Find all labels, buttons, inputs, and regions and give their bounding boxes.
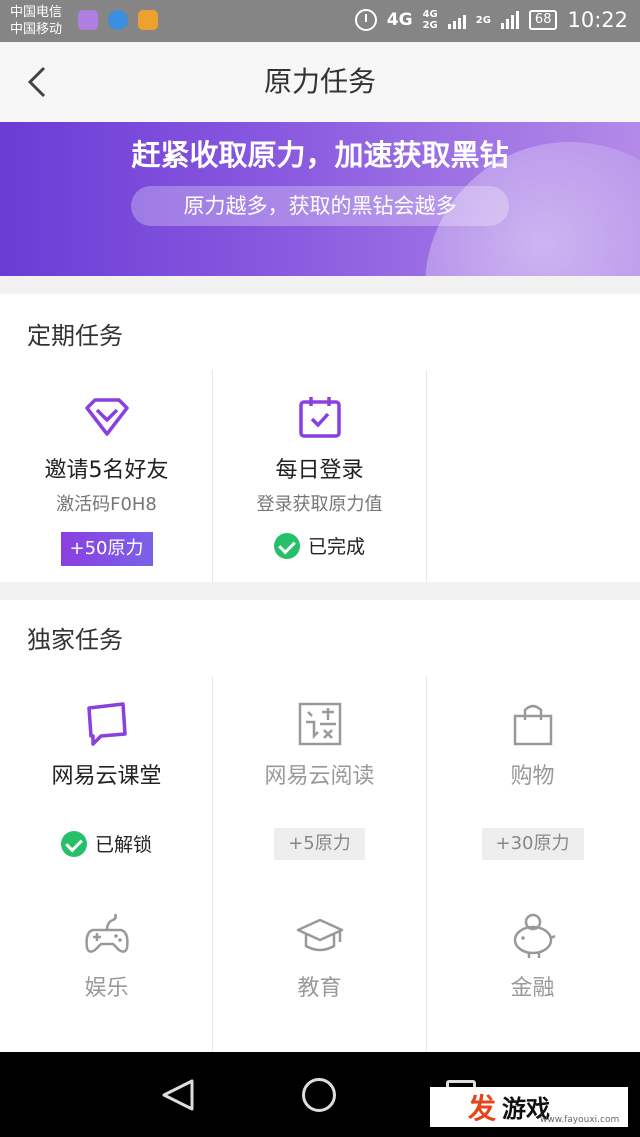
graduation-cap-icon [296,918,343,952]
clock: 10:22 [567,8,628,32]
task-subtitle: 登录获取原力值 [256,494,383,515]
signal-icon [447,11,466,29]
regular-tasks-section: 定期任务 邀请5名好友 激活码F0H8 +50原力 每日登录 登录获取原力值 已… [0,294,640,582]
signal-2-icon [500,11,519,29]
task-name: 购物 [510,764,555,789]
task-entertainment[interactable]: 娱乐 [0,912,213,1002]
task-name: 娱乐 [84,976,129,1001]
task-subtitle: 激活码F0H8 [56,494,157,515]
divider [426,370,427,582]
network-4g: 4G [386,10,413,30]
watermark-fa: 发 [468,1092,497,1125]
task-name: 金融 [510,976,555,1001]
watermark-url: www.fayouxi.com [540,1115,620,1125]
section-title-exclusive: 独家任务 [27,626,123,654]
task-netease-reading[interactable]: 网易云阅读 +5原力 [213,700,426,860]
nav-back-icon[interactable] [160,1078,196,1112]
piggy-bank-icon [513,913,556,958]
reward-badge: +30原力 [481,828,584,860]
completed-status: 已完成 [273,532,365,559]
watermark: 发 游戏 www.fayouxi.com [430,1087,628,1127]
network-small-top: 4G [422,9,438,20]
carriers: 中国电信 中国移动 [10,4,62,38]
alarm-icon [354,9,377,31]
exclusive-tasks-section: 独家任务 网易云课堂 已解锁 网易云阅读 +5原力 购物 +30原力 娱乐 教育… [0,600,640,1052]
reward-badge: +50原力 [60,532,153,566]
task-name: 每日登录 [275,458,364,483]
banner: 赶紧收取原力，加速获取黑钻 原力越多，获取的黑钻会越多 [0,122,640,276]
browser-notification-icon [108,10,128,30]
reward-badge: +5原力 [274,828,365,860]
unlocked-status: 已解锁 [60,830,152,857]
task-name: 教育 [297,976,342,1001]
check-icon [273,532,300,559]
section-title-regular: 定期任务 [27,322,123,350]
app-notification-icon [138,10,158,30]
status-bar: 中国电信 中国移动 4G 4G 2G 2G 68 10:22 [0,0,640,42]
banner-title: 赶紧收取原力，加速获取黑钻 [131,138,509,172]
task-finance[interactable]: 金融 [426,912,639,1002]
nav-home-icon[interactable] [302,1078,336,1112]
shopping-bag-icon [513,704,552,746]
calendar-check-icon [298,397,341,438]
battery-icon: 68 [528,10,558,30]
task-name: 网易云课堂 [51,764,162,789]
carrier-1: 中国电信 [10,5,63,20]
task-education[interactable]: 教育 [213,912,426,1002]
network-small-bottom: 2G [422,20,438,31]
task-shopping[interactable]: 购物 +30原力 [426,700,639,860]
banner-subtitle: 原力越多，获取的黑钻会越多 [131,186,509,226]
task-name: 邀请5名好友 [44,458,169,483]
task-name: 网易云阅读 [264,764,375,789]
diamond-icon [84,398,129,436]
task-netease-classroom[interactable]: 网易云课堂 已解锁 [0,700,213,861]
completed-label: 已完成 [307,536,365,558]
task-invite-friends[interactable]: 邀请5名好友 激活码F0H8 +50原力 [0,394,213,566]
network-2g: 2G [475,14,491,26]
carrier-2: 中国移动 [10,22,63,37]
chat-bubble-icon [86,702,127,746]
gamepad-icon [84,913,129,953]
read-icon [298,702,341,746]
header: 原力任务 [0,42,640,122]
task-daily-login[interactable]: 每日登录 登录获取原力值 已完成 [213,394,426,563]
unlocked-label: 已解锁 [94,834,152,856]
check-icon [60,830,87,857]
page-title: 原力任务 [263,65,376,98]
status-right: 4G 4G 2G 2G 68 10:22 [354,8,628,32]
gallery-notification-icon [78,10,98,30]
notification-icons [78,10,158,30]
network-dual: 4G 2G [423,9,438,31]
